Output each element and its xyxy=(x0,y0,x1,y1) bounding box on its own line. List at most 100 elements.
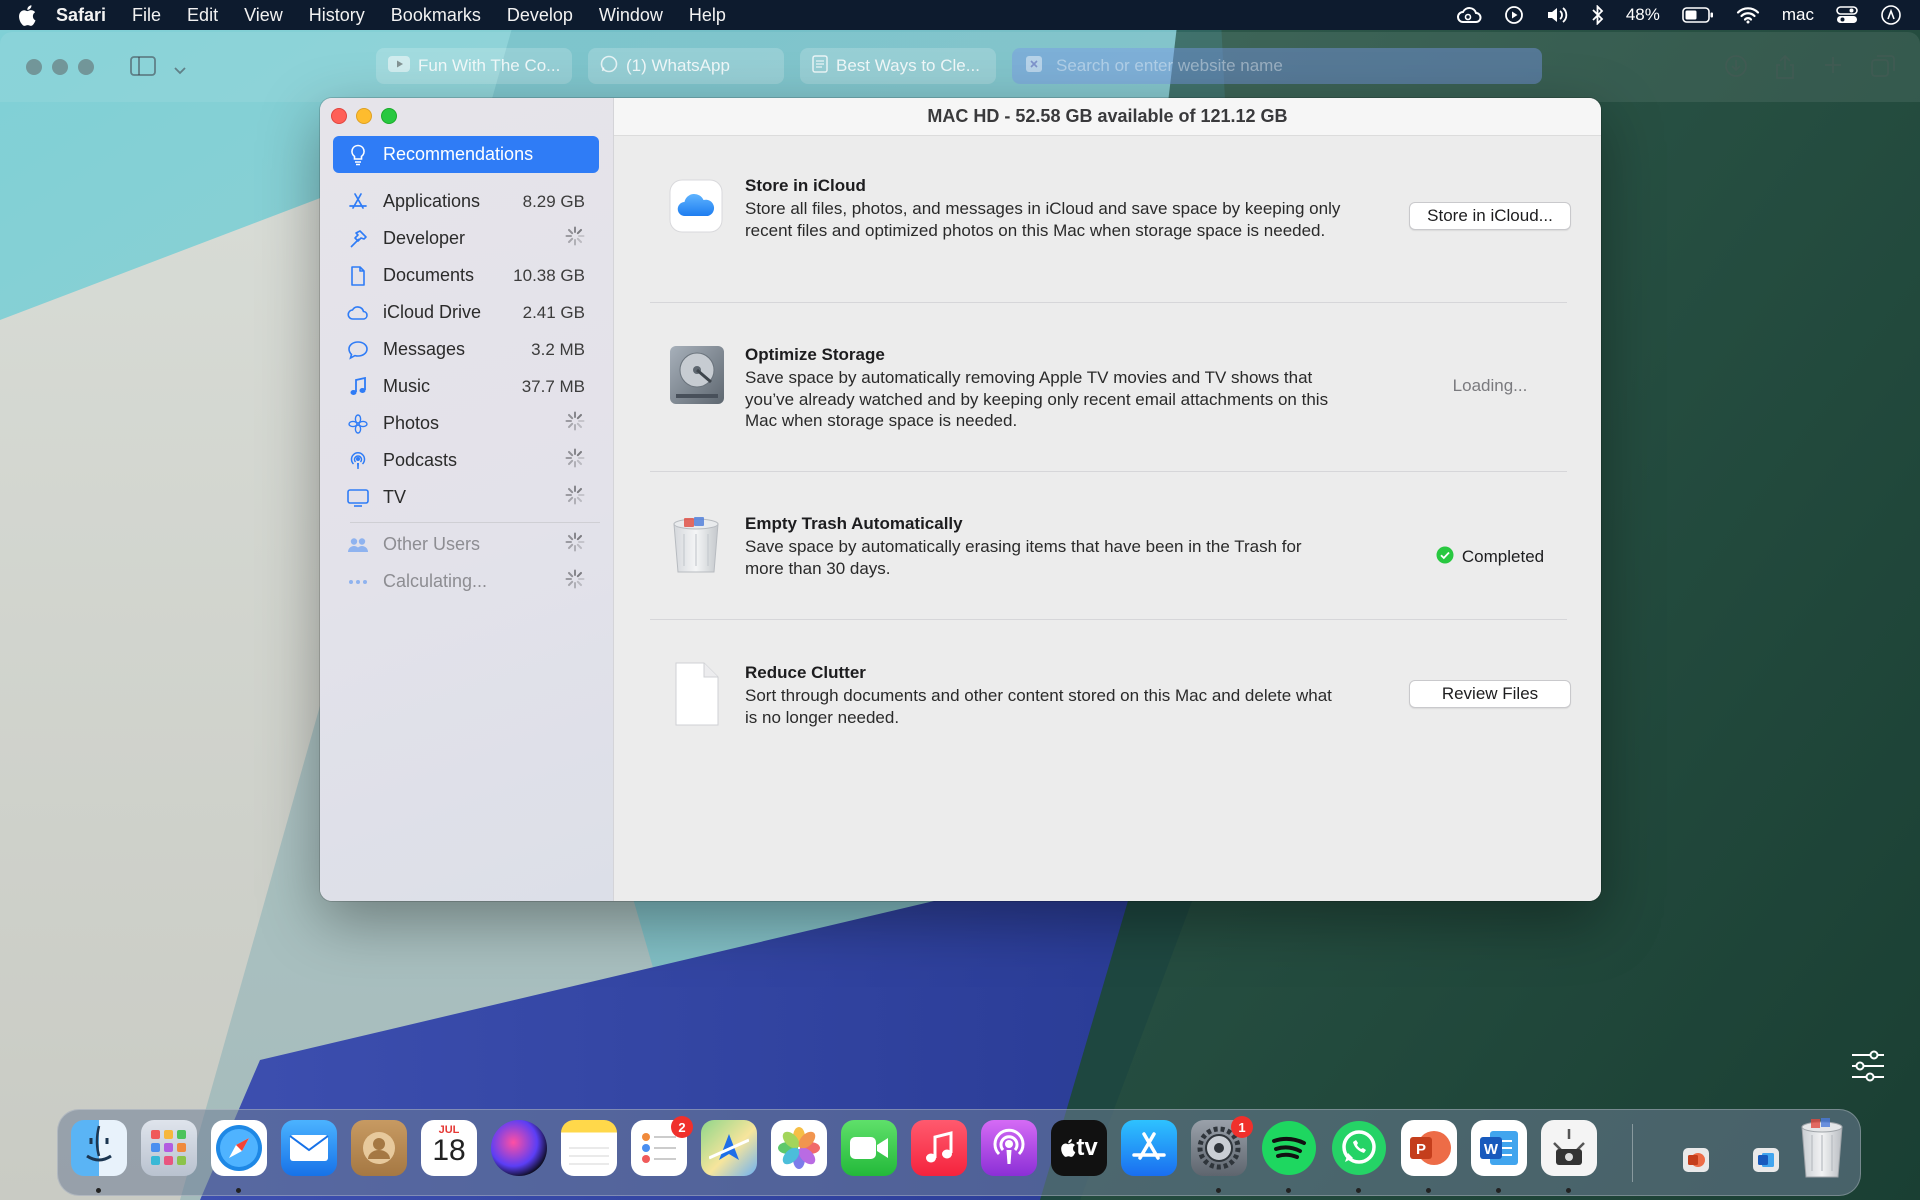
sidebar-item-documents[interactable]: Documents 10.38 GB xyxy=(333,257,599,294)
sidebar-item-tv[interactable]: TV xyxy=(333,479,599,516)
recommendation-title: Store in iCloud xyxy=(745,176,866,195)
dock-minimized-word-icon[interactable] xyxy=(1753,1148,1779,1172)
volume-icon[interactable] xyxy=(1546,6,1570,24)
menu-bookmarks[interactable]: Bookmarks xyxy=(391,5,481,26)
tab-overview-icon[interactable] xyxy=(1870,54,1896,85)
dock-divider xyxy=(1632,1124,1633,1182)
menu-file[interactable]: File xyxy=(132,5,161,26)
menu-history[interactable]: History xyxy=(309,5,365,26)
wifi-icon[interactable] xyxy=(1736,6,1760,24)
sidebar-item-messages[interactable]: Messages 3.2 MB xyxy=(333,331,599,368)
play-circle-icon[interactable] xyxy=(1504,5,1524,25)
dock-siri-icon[interactable] xyxy=(491,1120,547,1176)
sidebar-item-music[interactable]: Music 37.7 MB xyxy=(333,368,599,405)
lightbulb-icon xyxy=(347,144,369,166)
sidebar-item-podcasts[interactable]: Podcasts xyxy=(333,442,599,479)
cloud-icon xyxy=(347,302,369,324)
minimize-button[interactable] xyxy=(356,108,372,124)
dock-music-icon[interactable] xyxy=(911,1120,967,1176)
dock-powerpoint-icon[interactable]: P xyxy=(1401,1120,1457,1176)
tv-icon xyxy=(347,487,369,509)
browser-tab-3[interactable]: Best Ways to Cle... xyxy=(800,48,996,84)
apple-menu-icon[interactable] xyxy=(18,4,38,26)
sidebar-item-size: 2.41 GB xyxy=(522,302,585,322)
window-title: MAC HD - 52.58 GB available of 121.12 GB xyxy=(614,98,1601,136)
menubar-user[interactable]: mac xyxy=(1782,5,1814,25)
dock-spotify-icon[interactable] xyxy=(1261,1120,1317,1176)
sidebar-item-recommendations[interactable]: Recommendations xyxy=(333,136,599,173)
download-icon[interactable] xyxy=(1724,54,1748,85)
store-in-icloud-button[interactable]: Store in iCloud... xyxy=(1409,202,1571,230)
spinner-icon xyxy=(565,411,585,436)
dock-whatsapp-icon[interactable] xyxy=(1331,1120,1387,1176)
bluetooth-icon[interactable] xyxy=(1592,5,1604,25)
share-icon[interactable] xyxy=(1774,54,1796,85)
dock-notes-icon[interactable] xyxy=(561,1120,617,1176)
tab-title: Best Ways to Cle... xyxy=(836,56,980,75)
zoom-button[interactable] xyxy=(381,108,397,124)
sidebar-item-photos[interactable]: Photos xyxy=(333,405,599,442)
storage-sidebar: Recommendations Applications 8.29 GB Dev… xyxy=(320,98,614,901)
dock-finder-icon[interactable] xyxy=(71,1120,127,1176)
new-tab-icon[interactable] xyxy=(1822,54,1844,85)
menu-window[interactable]: Window xyxy=(599,5,663,26)
siri-icon[interactable] xyxy=(1880,4,1902,26)
dock-launchpad-icon[interactable] xyxy=(141,1120,197,1176)
music-note-icon xyxy=(347,376,369,398)
dock-word-icon[interactable]: W xyxy=(1471,1120,1527,1176)
completed-label: Completed xyxy=(1461,547,1545,566)
chevron-down-icon[interactable] xyxy=(174,62,186,80)
sidebar-toggle-icon[interactable] xyxy=(130,56,156,81)
close-tab-icon[interactable] xyxy=(1026,55,1042,77)
sliders-icon[interactable] xyxy=(1850,1050,1886,1087)
dock-calendar-icon[interactable]: JUL 18 xyxy=(421,1120,477,1176)
spinner-icon xyxy=(565,532,585,557)
dock-mail-icon[interactable] xyxy=(281,1120,337,1176)
control-center-icon[interactable] xyxy=(1836,6,1858,24)
sidebar-item-icloud-drive[interactable]: iCloud Drive 2.41 GB xyxy=(333,294,599,331)
sidebar-item-size: 37.7 MB xyxy=(521,376,585,396)
dock-facetime-icon[interactable] xyxy=(841,1120,897,1176)
document-icon xyxy=(812,54,828,78)
dock-app-store-icon[interactable] xyxy=(1121,1120,1177,1176)
battery-icon[interactable] xyxy=(1682,7,1714,23)
sidebar-item-label: TV xyxy=(383,487,407,507)
sidebar-item-size: 3.2 MB xyxy=(531,339,585,359)
sidebar-item-size: 8.29 GB xyxy=(522,191,585,211)
close-button[interactable] xyxy=(331,108,347,124)
dock-podcasts-icon[interactable] xyxy=(981,1120,1037,1176)
creative-cloud-icon[interactable] xyxy=(1456,6,1482,24)
dock-screenshot-utility-icon[interactable] xyxy=(1541,1120,1597,1176)
menu-edit[interactable]: Edit xyxy=(187,5,218,26)
dock-reminders-icon[interactable]: 2 xyxy=(631,1116,693,1176)
dock-maps-icon[interactable] xyxy=(701,1120,757,1176)
review-files-button[interactable]: Review Files xyxy=(1409,680,1571,708)
address-bar[interactable]: Search or enter website name xyxy=(1012,48,1542,84)
sidebar-item-label: Documents xyxy=(383,265,475,285)
dock-safari-icon[interactable] xyxy=(211,1120,267,1176)
dock-photos-icon[interactable] xyxy=(771,1120,827,1176)
dock-system-settings-icon[interactable]: 1 xyxy=(1191,1116,1253,1176)
window-controls xyxy=(331,108,397,124)
running-indicator xyxy=(1426,1188,1431,1193)
menu-view[interactable]: View xyxy=(244,5,283,26)
sidebar-item-developer[interactable]: Developer xyxy=(333,220,599,257)
sidebar-item-other-users[interactable]: Other Users xyxy=(333,526,599,563)
browser-tab-1[interactable]: Fun With The Co... xyxy=(376,48,572,84)
browser-tab-2[interactable]: (1) WhatsApp xyxy=(588,48,784,84)
svg-text:W: W xyxy=(1484,1141,1499,1158)
dock-minimized-powerpoint-icon[interactable] xyxy=(1683,1148,1709,1172)
menu-app-safari[interactable]: Safari xyxy=(56,5,106,26)
sidebar-item-label: Applications xyxy=(383,191,481,211)
sidebar-item-size: 10.38 GB xyxy=(513,265,585,285)
dock-trash-icon[interactable] xyxy=(1795,1114,1849,1180)
safari-window-controls[interactable] xyxy=(26,59,94,75)
sidebar-item-applications[interactable]: Applications 8.29 GB xyxy=(333,183,599,220)
tab-title: (1) WhatsApp xyxy=(626,56,730,75)
speech-bubble-icon xyxy=(347,339,369,361)
dock-contacts-icon[interactable] xyxy=(351,1120,407,1176)
sidebar-item-label: Photos xyxy=(383,413,440,433)
menu-develop[interactable]: Develop xyxy=(507,5,573,26)
dock-apple-tv-icon[interactable]: tv xyxy=(1051,1120,1107,1176)
menu-help[interactable]: Help xyxy=(689,5,726,26)
